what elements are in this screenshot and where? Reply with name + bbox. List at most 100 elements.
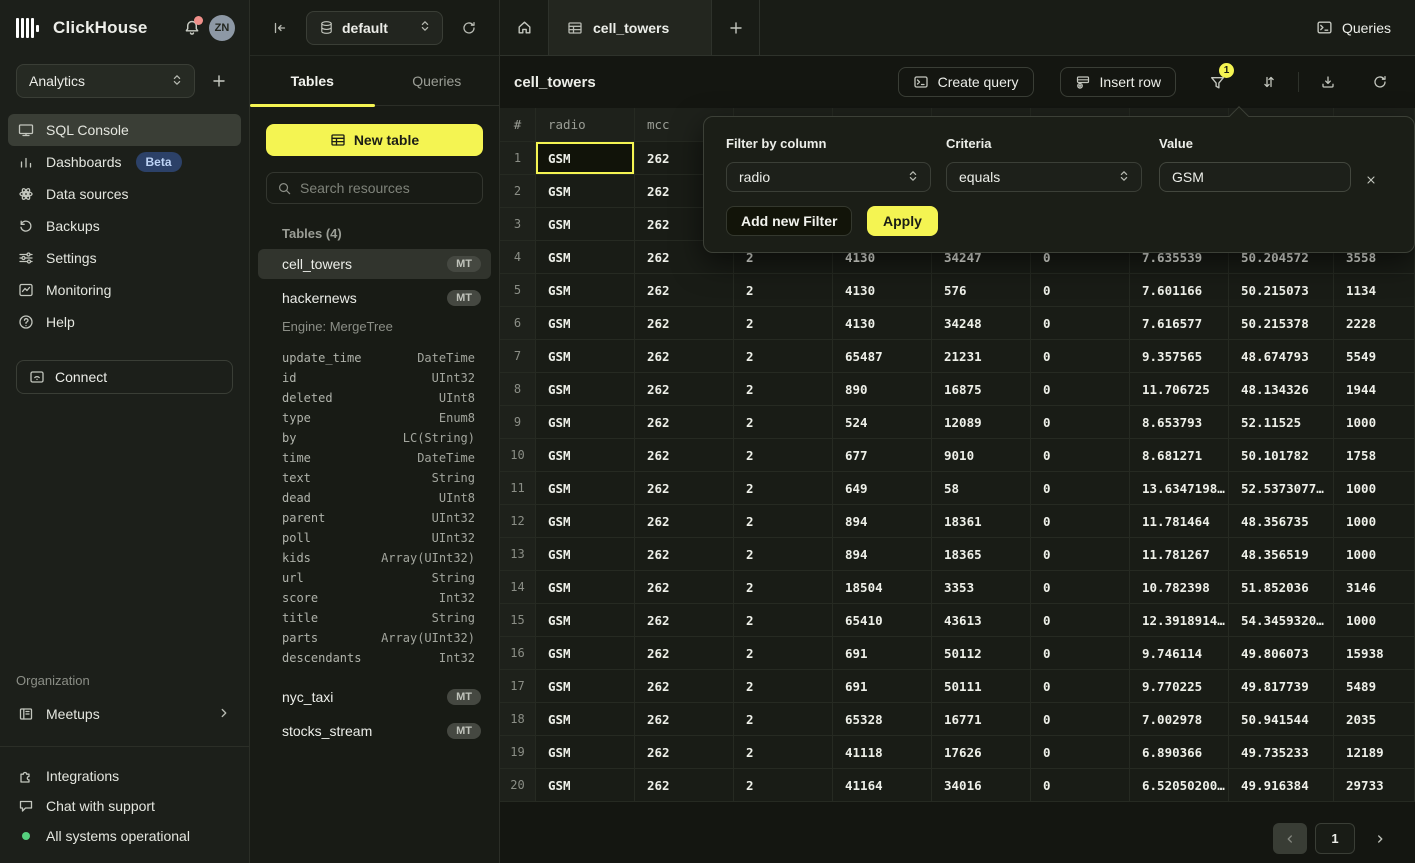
table-cell[interactable]: 2 (734, 340, 833, 373)
table-cell[interactable]: GSM (536, 175, 635, 208)
page-number[interactable]: 1 (1315, 823, 1355, 854)
table-cell[interactable]: 6.52050200… (1130, 769, 1229, 802)
table-cell[interactable]: 18361 (932, 505, 1031, 538)
filter-value-field[interactable] (1159, 162, 1351, 192)
table-cell[interactable]: 49.916384 (1229, 769, 1334, 802)
table-cell[interactable]: 1944 (1334, 373, 1415, 406)
filter-value-input[interactable] (1172, 169, 1340, 185)
sidebar-item-monitoring[interactable]: Monitoring (8, 274, 241, 306)
refresh-tables-button[interactable] (455, 14, 483, 42)
table-cell[interactable]: 8.681271 (1130, 439, 1229, 472)
queries-button[interactable]: Queries (1292, 0, 1415, 55)
table-cell[interactable]: 41118 (833, 736, 932, 769)
table-cell[interactable]: 262 (635, 769, 734, 802)
collapse-panel-button[interactable] (266, 14, 294, 42)
table-cell[interactable]: 691 (833, 637, 932, 670)
table-cell[interactable]: 2 (734, 703, 833, 736)
table-cell[interactable]: GSM (536, 241, 635, 274)
table-cell[interactable]: 0 (1031, 604, 1130, 637)
table-cell[interactable]: 51.852036 (1229, 571, 1334, 604)
column-header[interactable]: # (500, 108, 536, 142)
table-cell[interactable]: 262 (635, 340, 734, 373)
table-cell[interactable]: 1758 (1334, 439, 1415, 472)
table-cell[interactable]: 65487 (833, 340, 932, 373)
filter-column-select[interactable]: radio (726, 162, 931, 192)
apply-filter-button[interactable]: Apply (867, 206, 938, 236)
table-cell[interactable]: 16771 (932, 703, 1031, 736)
table-cell[interactable]: 0 (1031, 439, 1130, 472)
tab-queries[interactable]: Queries (375, 56, 500, 105)
database-select[interactable]: default (306, 11, 443, 45)
table-cell[interactable]: 54.3459320… (1229, 604, 1334, 637)
table-cell[interactable]: 262 (635, 736, 734, 769)
table-cell[interactable]: 49.735233 (1229, 736, 1334, 769)
table-cell[interactable]: 6.890366 (1130, 736, 1229, 769)
table-cell[interactable]: 12.3918914… (1130, 604, 1229, 637)
table-cell[interactable]: 1000 (1334, 538, 1415, 571)
table-cell[interactable]: 13.6347198… (1130, 472, 1229, 505)
table-cell[interactable]: 48.134326 (1229, 373, 1334, 406)
clickhouse-logo-icon[interactable] (16, 17, 39, 39)
sidebar-item-sql-console[interactable]: SQL Console (8, 114, 241, 146)
table-cell[interactable]: GSM (536, 769, 635, 802)
table-cell[interactable]: 12189 (1334, 736, 1415, 769)
table-cell[interactable]: 2 (734, 670, 833, 703)
table-cell[interactable]: 50.941544 (1229, 703, 1334, 736)
table-cell[interactable]: 2035 (1334, 703, 1415, 736)
insert-row-button[interactable]: Insert row (1060, 67, 1176, 97)
table-cell[interactable]: 65410 (833, 604, 932, 637)
table-cell[interactable]: 890 (833, 373, 932, 406)
table-cell[interactable]: 262 (635, 439, 734, 472)
table-cell[interactable]: 34248 (932, 307, 1031, 340)
table-cell[interactable]: 7.601166 (1130, 274, 1229, 307)
create-query-button[interactable]: Create query (898, 67, 1034, 97)
table-cell[interactable]: 262 (635, 472, 734, 505)
table-cell[interactable]: 262 (635, 373, 734, 406)
table-cell[interactable]: 262 (635, 670, 734, 703)
table-cell[interactable]: 894 (833, 538, 932, 571)
table-cell[interactable]: 2 (734, 538, 833, 571)
table-cell[interactable]: 3146 (1334, 571, 1415, 604)
workspace-select[interactable]: Analytics (16, 64, 195, 98)
table-cell[interactable]: 17626 (932, 736, 1031, 769)
sidebar-item-help[interactable]: Help (8, 306, 241, 338)
table-cell[interactable]: GSM (536, 604, 635, 637)
table-cell[interactable]: 48.356519 (1229, 538, 1334, 571)
table-cell[interactable]: 1134 (1334, 274, 1415, 307)
table-cell[interactable]: 10.782398 (1130, 571, 1229, 604)
table-cell[interactable]: 18365 (932, 538, 1031, 571)
sidebar-item-dashboards[interactable]: DashboardsBeta (8, 146, 241, 178)
remove-filter-button[interactable] (1360, 169, 1382, 191)
sidebar-item-chat-with-support[interactable]: Chat with support (8, 791, 241, 821)
table-cell[interactable]: 52.11525 (1229, 406, 1334, 439)
table-cell[interactable]: 262 (635, 406, 734, 439)
table-cell[interactable]: 2228 (1334, 307, 1415, 340)
table-item-nyc-taxi[interactable]: nyc_taxiMT (258, 682, 491, 712)
table-cell[interactable]: 0 (1031, 472, 1130, 505)
table-cell[interactable]: 1000 (1334, 604, 1415, 637)
table-cell[interactable]: 2 (734, 571, 833, 604)
table-cell[interactable]: 262 (635, 307, 734, 340)
sidebar-item-data-sources[interactable]: Data sources (8, 178, 241, 210)
table-cell[interactable]: 34016 (932, 769, 1031, 802)
table-cell[interactable]: 43613 (932, 604, 1031, 637)
table-cell[interactable]: 41164 (833, 769, 932, 802)
table-cell[interactable]: 11.781267 (1130, 538, 1229, 571)
sidebar-item-settings[interactable]: Settings (8, 242, 241, 274)
notifications-bell-icon[interactable] (183, 19, 201, 37)
sidebar-item-all-systems-operational[interactable]: All systems operational (8, 821, 241, 851)
search-resources-box[interactable] (266, 172, 483, 204)
table-cell[interactable]: 1000 (1334, 406, 1415, 439)
table-cell[interactable]: 9.746114 (1130, 637, 1229, 670)
table-cell[interactable]: 2 (734, 439, 833, 472)
table-cell[interactable]: 48.674793 (1229, 340, 1334, 373)
table-cell[interactable]: 50112 (932, 637, 1031, 670)
download-button[interactable] (1313, 67, 1343, 97)
table-cell[interactable]: 58 (932, 472, 1031, 505)
sidebar-item-integrations[interactable]: Integrations (8, 761, 241, 791)
table-cell[interactable]: GSM (536, 505, 635, 538)
table-cell[interactable]: 8.653793 (1130, 406, 1229, 439)
table-cell[interactable]: 0 (1031, 769, 1130, 802)
search-resources-input[interactable] (300, 180, 472, 196)
table-cell[interactable]: 16875 (932, 373, 1031, 406)
